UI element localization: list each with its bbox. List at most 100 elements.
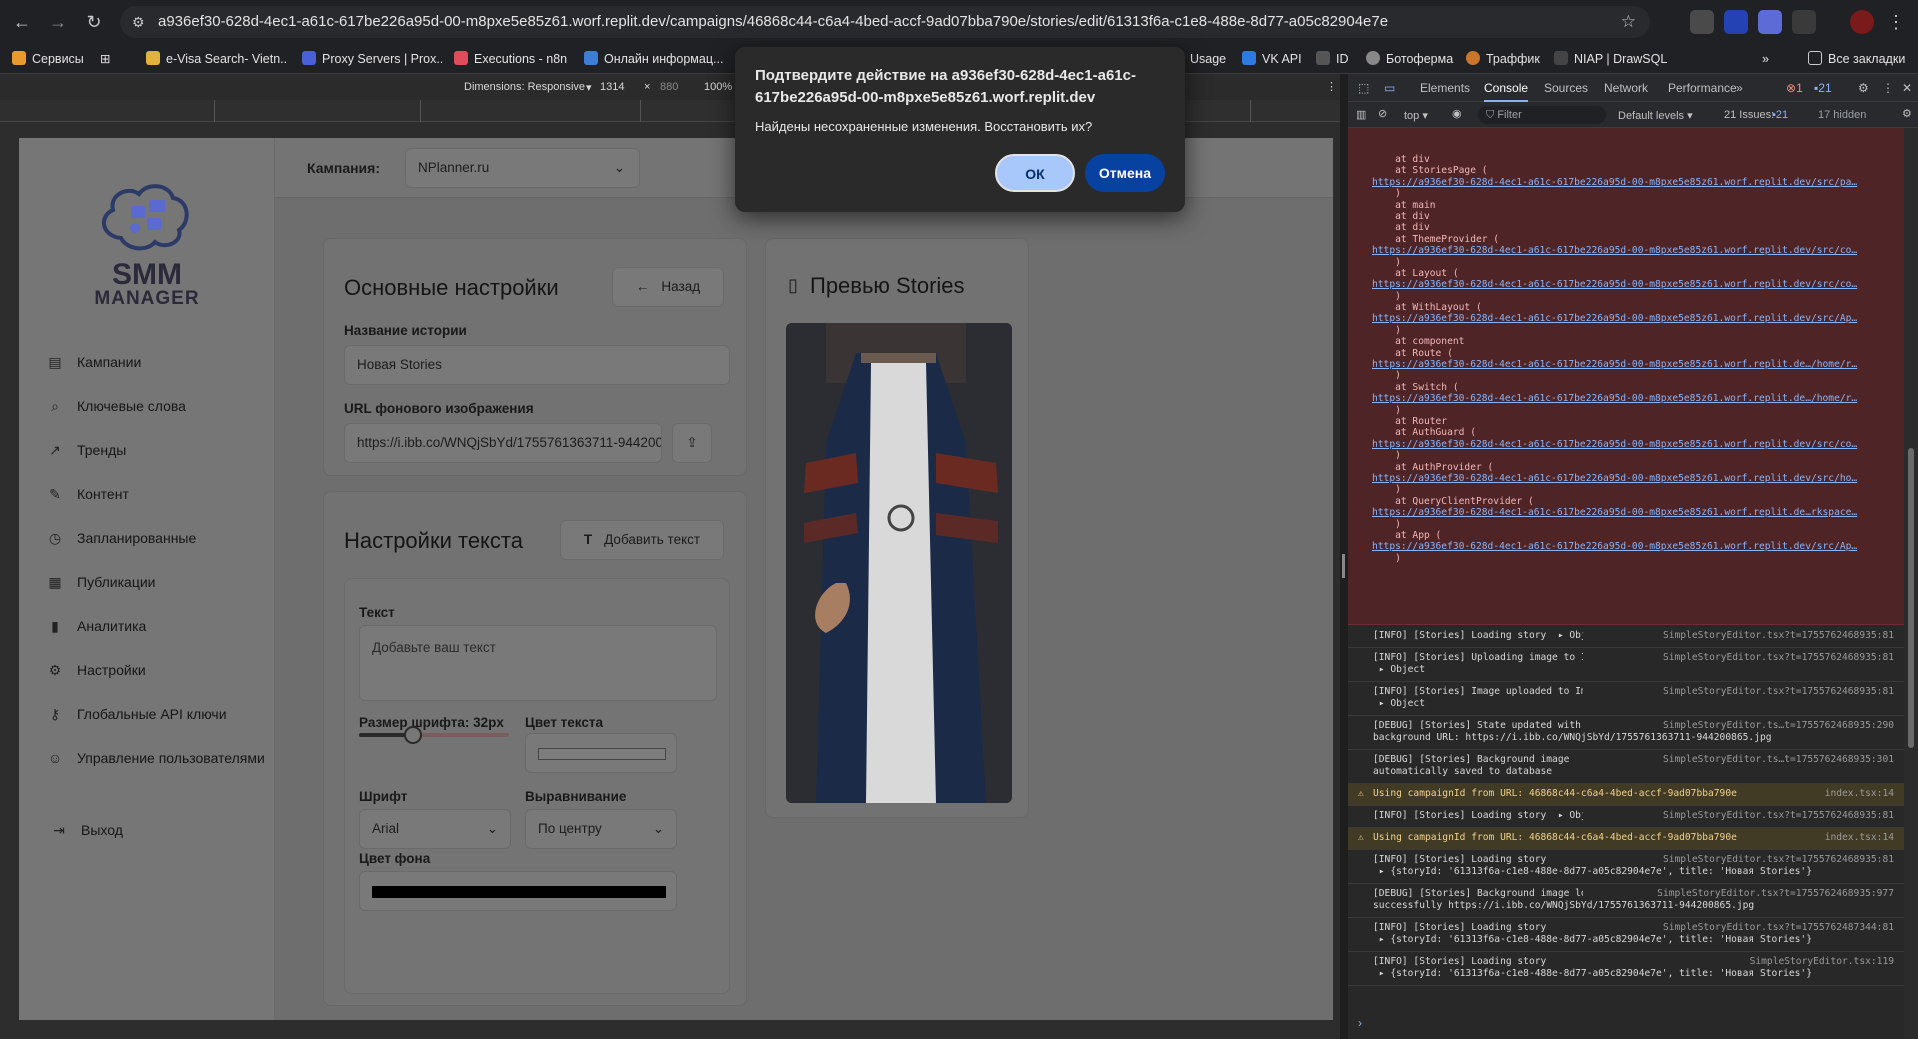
stack-link[interactable]: https://a936ef30-628d-4ec1-a61c-617be226… bbox=[1372, 541, 1904, 552]
console-source-link[interactable]: index.tsx:14 bbox=[1825, 788, 1894, 800]
eye-icon[interactable]: ◉ bbox=[1452, 107, 1462, 120]
stack-link[interactable]: https://a936ef30-628d-4ec1-a61c-617be226… bbox=[1372, 279, 1904, 290]
log-levels-select[interactable]: Default levels ▾ bbox=[1618, 109, 1693, 122]
add-text-button[interactable]: T Добавить текст bbox=[560, 520, 724, 560]
cancel-button[interactable]: Отмена bbox=[1085, 154, 1165, 192]
console-source-link[interactable]: SimpleStoryEditor.tsx?t=1755762468935:97… bbox=[1657, 888, 1894, 900]
bookmark-grid-icon[interactable]: ⊞ bbox=[100, 44, 130, 74]
inspect-icon[interactable]: ⬚ bbox=[1358, 74, 1369, 102]
nav-campaigns[interactable]: ▤ Кампании bbox=[45, 350, 141, 374]
stack-link[interactable]: https://a936ef30-628d-4ec1-a61c-617be226… bbox=[1372, 313, 1904, 324]
nav-content[interactable]: ✎ Контент bbox=[45, 482, 129, 506]
ok-button[interactable]: ОК bbox=[995, 154, 1075, 192]
tab-elements[interactable]: Elements bbox=[1420, 74, 1470, 102]
device-width-input[interactable]: 1314 bbox=[600, 81, 624, 93]
bookmark-item[interactable]: VK API bbox=[1242, 44, 1322, 74]
bookmark-item[interactable]: ID bbox=[1316, 44, 1356, 74]
bookmark-item[interactable]: e-Visa Search- Vietn... bbox=[146, 44, 286, 74]
console-source-link[interactable]: index.tsx:14 bbox=[1825, 832, 1894, 844]
nav-analytics[interactable]: ▮ Аналитика bbox=[45, 614, 146, 638]
font-size-slider-thumb[interactable] bbox=[404, 726, 422, 744]
stack-link[interactable]: https://a936ef30-628d-4ec1-a61c-617be226… bbox=[1372, 245, 1904, 256]
site-info-icon[interactable]: ⚙ bbox=[132, 6, 145, 38]
context-select[interactable]: top ▾ bbox=[1404, 109, 1428, 122]
console-source-link[interactable]: SimpleStoryEditor.ts…t=1755762468935:301 bbox=[1663, 754, 1894, 766]
more-tabs-icon[interactable]: » bbox=[1736, 74, 1743, 102]
console-source-link[interactable]: SimpleStoryEditor.tsx?t=1755762468935:81 bbox=[1663, 686, 1894, 698]
device-height-input[interactable]: 880 bbox=[660, 81, 678, 93]
bookmark-item[interactable]: Proxy Servers | Prox... bbox=[302, 44, 442, 74]
font-size-slider[interactable] bbox=[359, 726, 509, 744]
console-source-link[interactable]: SimpleStoryEditor.tsx:119 bbox=[1750, 956, 1894, 968]
bookmark-item[interactable]: Онлайн информац... bbox=[584, 44, 724, 74]
forward-icon[interactable]: → bbox=[46, 10, 70, 34]
nav-trends[interactable]: ↗ Тренды bbox=[45, 438, 126, 462]
console-source-link[interactable]: SimpleStoryEditor.ts…t=1755762468935:290 bbox=[1663, 720, 1894, 732]
extensions-puzzle-icon[interactable] bbox=[1792, 10, 1816, 34]
console-source-link[interactable]: SimpleStoryEditor.tsx?t=1755762487344:81 bbox=[1663, 922, 1894, 934]
close-icon[interactable]: ✕ bbox=[1902, 74, 1912, 102]
console-filter-input[interactable]: ⛉ Filter bbox=[1478, 106, 1606, 124]
devtools-resizer[interactable] bbox=[1340, 74, 1348, 1039]
upload-button[interactable]: ⇪ bbox=[672, 423, 712, 463]
back-icon[interactable]: ← bbox=[10, 10, 34, 34]
console-source-link[interactable]: SimpleStoryEditor.tsx?t=1755762468935:81 bbox=[1663, 810, 1894, 822]
device-menu-icon[interactable]: ⋮ bbox=[1326, 80, 1337, 93]
issues-link[interactable]: ▪21 bbox=[1772, 109, 1788, 121]
reload-icon[interactable]: ↻ bbox=[82, 10, 106, 34]
all-bookmarks[interactable]: Все закладки bbox=[1808, 44, 1918, 74]
bookmark-star-icon[interactable]: ☆ bbox=[1621, 6, 1636, 38]
console-source-link[interactable]: SimpleStoryEditor.tsx?t=1755762468935:81 bbox=[1663, 652, 1894, 664]
stack-link[interactable]: https://a936ef30-628d-4ec1-a61c-617be226… bbox=[1372, 393, 1904, 404]
align-select[interactable]: По центру ⌄ bbox=[525, 809, 677, 849]
bookmark-item[interactable]: NIAP | DrawSQL bbox=[1554, 44, 1674, 74]
nav-keywords[interactable]: ⌕ Ключевые слова bbox=[45, 394, 186, 418]
story-name-input[interactable]: Новая Stories bbox=[344, 345, 730, 385]
bookmark-item[interactable]: Executions - n8n bbox=[454, 44, 584, 74]
extension-icon[interactable] bbox=[1758, 10, 1782, 34]
text-color-picker[interactable] bbox=[525, 733, 677, 773]
scrollbar-thumb[interactable] bbox=[1908, 448, 1914, 748]
nav-publications[interactable]: ▦ Публикации bbox=[45, 570, 155, 594]
stack-link[interactable]: https://a936ef30-628d-4ec1-a61c-617be226… bbox=[1372, 359, 1904, 370]
stack-link[interactable]: https://a936ef30-628d-4ec1-a61c-617be226… bbox=[1372, 177, 1904, 188]
stack-link[interactable]: https://a936ef30-628d-4ec1-a61c-617be226… bbox=[1372, 507, 1904, 518]
gear-icon[interactable]: ⚙ bbox=[1858, 74, 1869, 102]
font-select[interactable]: Arial ⌄ bbox=[359, 809, 511, 849]
dimensions-select[interactable]: Dimensions: Responsive bbox=[464, 81, 585, 93]
nav-global-api-keys[interactable]: ⚷ Глобальные API ключи bbox=[45, 702, 227, 726]
profile-avatar-icon[interactable] bbox=[1850, 10, 1874, 34]
tab-console[interactable]: Console bbox=[1484, 74, 1529, 102]
clear-console-icon[interactable]: ⊘ bbox=[1378, 107, 1387, 120]
extension-icon[interactable] bbox=[1724, 10, 1748, 34]
console-source-link[interactable]: SimpleStoryEditor.tsx?t=1755762468935:81 bbox=[1663, 854, 1894, 866]
address-bar[interactable]: ⚙ a936ef30-628d-4ec1-a61c-617be226a95d-0… bbox=[120, 6, 1650, 38]
bookmark-item[interactable]: Ботоферма bbox=[1366, 44, 1466, 74]
bookmark-item[interactable]: Usage bbox=[1190, 44, 1240, 74]
sidebar-toggle-icon[interactable]: ▥ bbox=[1356, 108, 1366, 121]
device-toggle-icon[interactable]: ▭ bbox=[1384, 74, 1395, 102]
camera-icon[interactable] bbox=[1690, 10, 1714, 34]
back-button[interactable]: ← Назад bbox=[612, 267, 724, 307]
bg-url-input[interactable]: https://i.ibb.co/WNQjSbYd/1755761363711-… bbox=[344, 423, 662, 463]
bookmark-item[interactable]: Сервисы bbox=[12, 44, 112, 74]
console-scrollbar[interactable] bbox=[1904, 128, 1918, 1039]
console-prompt-icon[interactable]: › bbox=[1358, 1016, 1362, 1030]
logout-button[interactable]: ⇥ Выход bbox=[49, 818, 123, 842]
tab-network[interactable]: Network bbox=[1604, 74, 1648, 102]
console-settings-icon[interactable]: ⚙ bbox=[1902, 107, 1912, 120]
text-textarea[interactable]: Добавьте ваш текст bbox=[359, 625, 717, 701]
stack-link[interactable]: https://a936ef30-628d-4ec1-a61c-617be226… bbox=[1372, 473, 1904, 484]
console-source-link[interactable]: SimpleStoryEditor.tsx?t=1755762468935:81 bbox=[1663, 630, 1894, 642]
stack-link[interactable]: https://a936ef30-628d-4ec1-a61c-617be226… bbox=[1372, 439, 1904, 450]
tab-performance[interactable]: Performance bbox=[1668, 74, 1737, 102]
menu-kebab-icon[interactable]: ⋮ bbox=[1884, 10, 1908, 34]
devtools-menu-icon[interactable]: ⋮ bbox=[1882, 74, 1894, 102]
nav-settings[interactable]: ⚙ Настройки bbox=[45, 658, 146, 682]
nav-user-management[interactable]: ☺ Управление пользователями bbox=[45, 746, 265, 770]
bookmarks-overflow-icon[interactable]: » bbox=[1762, 44, 1782, 74]
nav-scheduled[interactable]: ◷ Запланированные bbox=[45, 526, 196, 550]
zoom-select[interactable]: 100% bbox=[704, 81, 732, 93]
bookmark-item[interactable]: Траффик bbox=[1466, 44, 1556, 74]
campaign-select[interactable]: NPlanner.ru ⌄ bbox=[405, 148, 640, 188]
